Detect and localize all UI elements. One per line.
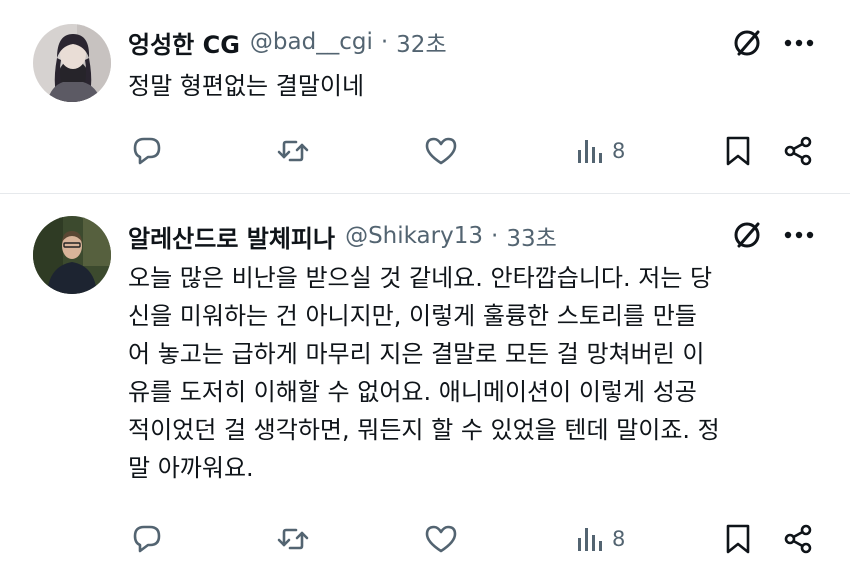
retweet-icon (277, 140, 309, 162)
share-button[interactable] (782, 519, 814, 559)
views-icon (578, 528, 602, 551)
author-handle[interactable]: @bad__cgi (250, 29, 373, 55)
retweet-icon (277, 528, 309, 550)
bookmark-button[interactable] (724, 519, 752, 559)
tweet-text: 정말 형편없는 결말이네 (128, 72, 365, 100)
tweet-1[interactable]: 엉성한 CG @bad__cgi · 32초 정말 형편없는 결말이네 8 (0, 0, 850, 193)
action-bar: 8 (0, 519, 850, 559)
tweet-text-line: 신을 미워하는 건 아니지만, 이렇게 훌륭한 스토리를 만들 (128, 302, 697, 330)
timestamp[interactable]: 33초 (506, 219, 556, 253)
reply-icon (133, 525, 161, 553)
more-icon[interactable] (780, 24, 818, 62)
tweet-2[interactable]: 알레산드로 발체피나 @Shikary13 · 33초 오늘 많은 비난을 받으… (0, 194, 850, 576)
like-icon (425, 137, 457, 165)
tweet-text-line: 말 아까워요. (128, 454, 254, 482)
avatar[interactable] (33, 216, 111, 294)
bookmark-button[interactable] (724, 131, 752, 171)
tweet-header: 엉성한 CG @bad__cgi · 32초 (128, 22, 447, 62)
tweet-text: 오늘 많은 비난을 받으실 것 같네요. 안타깝습니다. 저는 당 신을 미워하… (128, 259, 818, 487)
action-bar: 8 (0, 131, 850, 171)
tweet-text-line: 어 놓고는 급하게 마무리 지은 결말로 모든 걸 망쳐버린 이 (128, 340, 705, 368)
reply-icon (133, 137, 161, 165)
tweet-header: 알레산드로 발체피나 @Shikary13 · 33초 (128, 216, 557, 256)
author-name[interactable]: 엉성한 CG (128, 25, 240, 60)
views-button[interactable]: 8 (576, 131, 625, 171)
tweet-text-line: 유를 도저히 이해할 수 없어요. 애니메이션이 이렇게 성공 (128, 378, 697, 406)
retweet-button[interactable] (275, 131, 311, 171)
reply-button[interactable] (131, 519, 163, 559)
bookmark-icon (726, 136, 750, 166)
grok-icon[interactable] (728, 24, 766, 62)
more-icon[interactable] (780, 216, 818, 254)
share-button[interactable] (782, 131, 814, 171)
share-icon (784, 136, 812, 166)
like-button[interactable] (424, 131, 458, 171)
tweet-text-line: 오늘 많은 비난을 받으실 것 같네요. 안타깝습니다. 저는 당 (128, 264, 713, 292)
grok-icon[interactable] (728, 216, 766, 254)
timestamp[interactable]: 32초 (396, 25, 446, 59)
like-icon (425, 525, 457, 553)
reply-button[interactable] (131, 131, 163, 171)
author-name[interactable]: 알레산드로 발체피나 (128, 219, 335, 254)
share-icon (784, 524, 812, 554)
retweet-button[interactable] (275, 519, 311, 559)
separator: · (380, 29, 389, 55)
author-handle[interactable]: @Shikary13 (345, 223, 483, 249)
views-icon (578, 140, 602, 163)
views-button[interactable]: 8 (576, 519, 625, 559)
separator: · (491, 223, 499, 249)
views-count: 8 (612, 139, 626, 163)
avatar[interactable] (33, 24, 111, 102)
bookmark-icon (726, 524, 750, 554)
like-button[interactable] (424, 519, 458, 559)
views-count: 8 (612, 527, 626, 551)
tweet-text-line: 적이었던 걸 생각하면, 뭐든지 할 수 있었을 텐데 말이죠. 정 (128, 416, 720, 444)
